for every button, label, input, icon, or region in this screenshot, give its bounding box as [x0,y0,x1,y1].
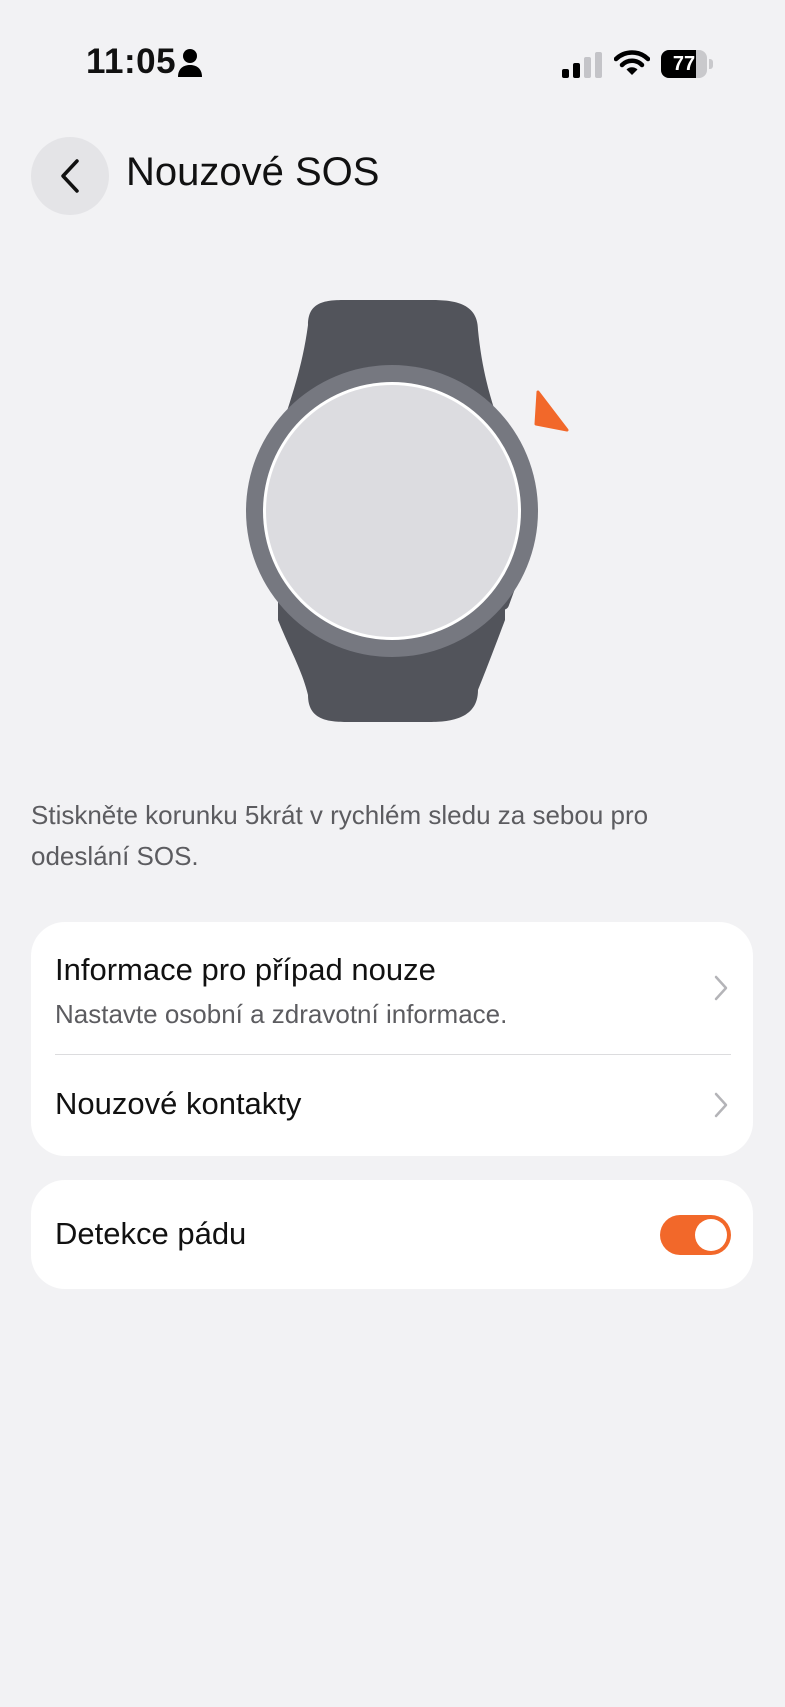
toggle-knob [695,1219,727,1251]
emergency-info-subtitle: Nastavte osobní a zdravotní informace. [55,999,508,1029]
chevron-right-icon [714,1092,728,1118]
fall-detection-row: Detekce pádu [31,1180,753,1289]
battery-percent: 77 [672,53,696,75]
battery-indicator: 77 [661,50,713,78]
chevron-right-icon [714,975,728,1001]
emergency-settings-card: Informace pro případ nouze Nastavte osob… [31,922,753,1156]
status-time: 11:05 [86,42,177,81]
back-button[interactable] [31,137,109,215]
fall-detection-toggle[interactable] [660,1215,731,1255]
chevron-left-icon [61,159,79,193]
fall-detection-card: Detekce pádu [31,1180,753,1289]
page-title: Nouzové SOS [126,150,380,194]
cellular-signal-icon [562,52,602,78]
wifi-icon [614,50,650,75]
status-bar: 11:05 77 [0,0,785,120]
emergency-contacts-title: Nouzové kontakty [55,1086,302,1121]
emergency-info-title: Informace pro případ nouze [55,952,436,987]
emergency-info-row[interactable]: Informace pro případ nouze Nastavte osob… [31,922,753,1054]
person-icon [178,49,202,77]
sos-instructions: Stiskněte korunku 5krát v rychlém sledu … [31,800,649,871]
smartwatch-illustration [246,300,569,722]
fall-detection-title: Detekce pádu [55,1216,247,1251]
crown-press-indicator-icon [534,390,569,432]
emergency-contacts-row[interactable]: Nouzové kontakty [31,1055,753,1156]
